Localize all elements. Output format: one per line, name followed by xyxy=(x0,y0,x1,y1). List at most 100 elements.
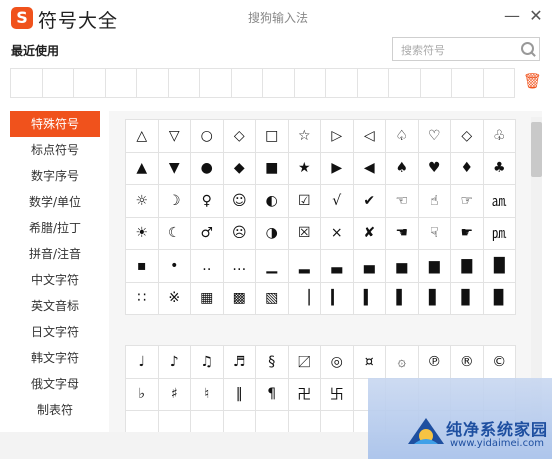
recent-slot[interactable] xyxy=(137,69,169,97)
symbol-cell[interactable]: ▄ xyxy=(353,250,386,283)
symbol-cell[interactable]: ☝ xyxy=(418,185,451,218)
sidebar-item[interactable]: 日文字符 xyxy=(10,319,100,345)
recent-slot[interactable] xyxy=(263,69,295,97)
symbol-cell[interactable]: ☛ xyxy=(451,217,484,250)
recent-slot[interactable] xyxy=(43,69,74,97)
symbol-cell[interactable]: █ xyxy=(483,250,516,283)
symbol-cell[interactable]: □ xyxy=(256,120,289,153)
sidebar-item[interactable]: 韩文字符 xyxy=(10,345,100,371)
symbol-cell[interactable]: ♭ xyxy=(126,378,159,411)
symbol-cell[interactable]: ◐ xyxy=(256,185,289,218)
symbol-cell[interactable]: ℗ xyxy=(418,346,451,379)
symbol-cell[interactable]: ☞ xyxy=(451,185,484,218)
symbol-cell[interactable]: ♧ xyxy=(483,120,516,153)
sidebar-item[interactable]: 数学/单位 xyxy=(10,189,100,215)
sidebar-item[interactable]: 拼音/注音 xyxy=(10,241,100,267)
symbol-cell[interactable]: ㏂ xyxy=(483,185,516,218)
symbol-cell[interactable]: ▲ xyxy=(126,152,159,185)
symbol-cell[interactable]: ▪ xyxy=(126,250,159,283)
symbol-cell[interactable]: … xyxy=(223,250,256,283)
symbol-cell[interactable]: ♬ xyxy=(223,346,256,379)
symbol-cell[interactable]: ◇ xyxy=(451,120,484,153)
recent-slot[interactable] xyxy=(169,69,200,97)
recent-slot[interactable] xyxy=(421,69,452,97)
symbol-cell[interactable]: ♡ xyxy=(418,120,451,153)
symbol-cell[interactable]: ☼ xyxy=(126,185,159,218)
symbol-cell[interactable]: ▊ xyxy=(451,282,484,315)
symbol-cell[interactable]: ☽ xyxy=(158,185,191,218)
search-box[interactable] xyxy=(392,37,540,61)
symbol-cell[interactable]: ▎ xyxy=(321,282,354,315)
recent-slot[interactable] xyxy=(11,69,43,97)
symbol-cell[interactable]: ☾ xyxy=(158,217,191,250)
symbol-cell[interactable]: ♫ xyxy=(191,346,224,379)
recent-slot[interactable] xyxy=(484,69,515,97)
symbol-cell[interactable]: ¤ xyxy=(353,346,386,379)
symbol-cell[interactable]: ◑ xyxy=(256,217,289,250)
symbol-cell[interactable]: ☟ xyxy=(418,217,451,250)
symbol-cell[interactable]: ▽ xyxy=(158,120,191,153)
symbol-cell[interactable]: ☜ xyxy=(386,185,419,218)
symbol-cell[interactable]: ▉ xyxy=(483,282,516,315)
symbol-cell[interactable]: ▆ xyxy=(418,250,451,283)
symbol-cell[interactable]: ▇ xyxy=(451,250,484,283)
symbol-cell[interactable]: ▂ xyxy=(288,250,321,283)
sidebar-item[interactable]: 希腊/拉丁 xyxy=(10,215,100,241)
symbol-cell[interactable]: ♯ xyxy=(158,378,191,411)
symbol-cell[interactable]: ♮ xyxy=(191,378,224,411)
symbol-cell[interactable]: ∷ xyxy=(126,282,159,315)
symbol-cell[interactable]: ♤ xyxy=(386,120,419,153)
symbol-cell[interactable]: ▦ xyxy=(191,282,224,315)
symbol-cell[interactable]: ▷ xyxy=(321,120,354,153)
symbol-cell[interactable]: ◇ xyxy=(223,120,256,153)
symbol-cell[interactable]: ¶ xyxy=(256,378,289,411)
symbol-cell[interactable]: ▋ xyxy=(418,282,451,315)
symbol-cell[interactable]: △ xyxy=(126,120,159,153)
recent-slot[interactable] xyxy=(74,69,106,97)
symbol-cell[interactable]: ☚ xyxy=(386,217,419,250)
close-button[interactable]: ✕ xyxy=(526,6,546,25)
symbol-cell[interactable]: ✘ xyxy=(353,217,386,250)
sidebar-item[interactable]: 俄文字母 xyxy=(10,371,100,397)
symbol-cell[interactable]: ‖ xyxy=(223,378,256,411)
symbol-cell[interactable]: ㏘ xyxy=(483,217,516,250)
symbol-cell[interactable]: ◀ xyxy=(353,152,386,185)
symbol-cell[interactable]: ♠ xyxy=(386,152,419,185)
symbol-cell[interactable]: ▃ xyxy=(321,250,354,283)
sidebar-item[interactable]: 中文字符 xyxy=(10,267,100,293)
recent-slot[interactable] xyxy=(106,69,137,97)
symbol-cell[interactable]: ☀ xyxy=(126,217,159,250)
recent-slot[interactable] xyxy=(295,69,326,97)
symbol-cell[interactable]: © xyxy=(483,346,516,379)
symbol-cell[interactable]: ♣ xyxy=(483,152,516,185)
symbol-cell[interactable]: ‥ xyxy=(191,250,224,283)
symbol-cell[interactable]: √ xyxy=(321,185,354,218)
symbol-cell[interactable]: ۞ xyxy=(386,346,419,379)
sidebar-item[interactable]: 标点符号 xyxy=(10,137,100,163)
scrollbar-thumb[interactable] xyxy=(531,122,542,177)
symbol-cell[interactable]: ◁ xyxy=(353,120,386,153)
sidebar-item[interactable]: 英文音标 xyxy=(10,293,100,319)
sidebar-item[interactable]: 数字序号 xyxy=(10,163,100,189)
symbol-cell[interactable]: ▅ xyxy=(386,250,419,283)
symbol-cell[interactable]: ☆ xyxy=(288,120,321,153)
minimize-button[interactable]: — xyxy=(502,6,522,25)
recent-slot[interactable] xyxy=(326,69,358,97)
search-input[interactable] xyxy=(399,39,521,61)
symbol-cell[interactable]: ♪ xyxy=(158,346,191,379)
symbol-cell[interactable]: ◆ xyxy=(223,152,256,185)
symbol-cell[interactable]: ☺ xyxy=(223,185,256,218)
symbol-cell[interactable]: ▁ xyxy=(256,250,289,283)
symbol-cell[interactable]: ※ xyxy=(158,282,191,315)
symbol-cell[interactable]: ◎ xyxy=(321,346,354,379)
symbol-cell[interactable]: ☑ xyxy=(288,185,321,218)
sidebar-item[interactable]: 制表符 xyxy=(10,397,100,423)
symbol-cell[interactable]: ● xyxy=(191,152,224,185)
symbol-cell[interactable]: ▌ xyxy=(386,282,419,315)
symbol-cell[interactable]: ♩ xyxy=(126,346,159,379)
symbol-cell[interactable]: ▧ xyxy=(256,282,289,315)
symbol-cell[interactable]: 卍 xyxy=(288,378,321,411)
symbol-cell[interactable]: ▶ xyxy=(321,152,354,185)
recent-slot[interactable] xyxy=(200,69,232,97)
trash-icon[interactable]: 🗑 xyxy=(523,72,542,90)
